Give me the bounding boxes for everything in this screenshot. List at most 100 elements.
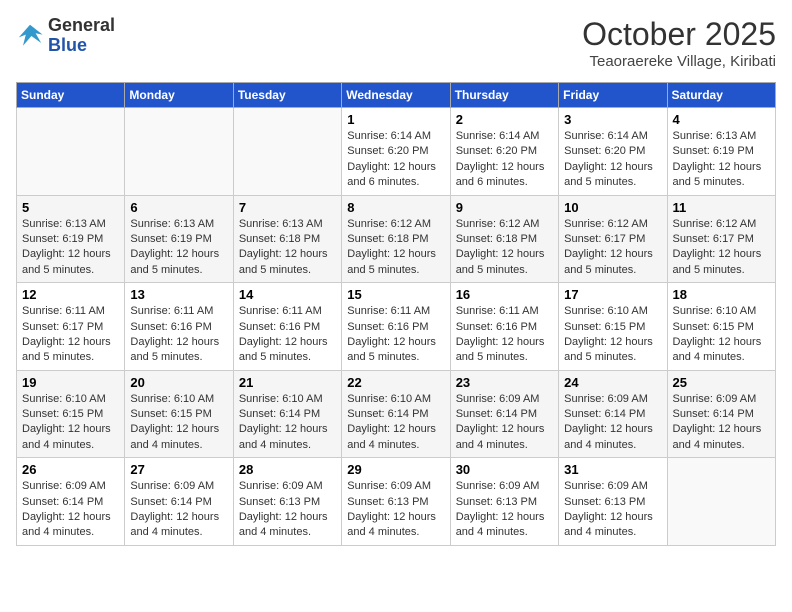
calendar-cell	[667, 458, 775, 546]
calendar-cell: 15 Sunrise: 6:11 AMSunset: 6:16 PMDayligh…	[342, 283, 450, 371]
day-number: 26	[22, 462, 119, 477]
day-number: 22	[347, 375, 444, 390]
weekday-header-wednesday: Wednesday	[342, 83, 450, 108]
location-subtitle: Teaoraereke Village, Kiribati	[582, 53, 776, 70]
week-row-4: 19 Sunrise: 6:10 AMSunset: 6:15 PMDayligh…	[17, 370, 776, 458]
day-number: 27	[130, 462, 227, 477]
calendar-cell: 6 Sunrise: 6:13 AMSunset: 6:19 PMDaylight…	[125, 195, 233, 283]
week-row-5: 26Sunrise: 6:09 AMSunset: 6:14 PMDayligh…	[17, 458, 776, 546]
calendar-cell: 22 Sunrise: 6:10 AMSunset: 6:14 PMDayligh…	[342, 370, 450, 458]
week-row-3: 12 Sunrise: 6:11 AMSunset: 6:17 PMDayligh…	[17, 283, 776, 371]
day-number: 20	[130, 375, 227, 390]
day-number: 30	[456, 462, 553, 477]
day-number: 28	[239, 462, 336, 477]
day-number: 31	[564, 462, 661, 477]
day-number: 6	[130, 200, 227, 215]
calendar-cell: 27Sunrise: 6:09 AMSunset: 6:14 PMDayligh…	[125, 458, 233, 546]
day-number: 2	[456, 112, 553, 127]
calendar-cell: 7Sunrise: 6:13 AMSunset: 6:18 PMDaylight…	[233, 195, 341, 283]
calendar-cell: 25Sunrise: 6:09 AMSunset: 6:14 PMDayligh…	[667, 370, 775, 458]
calendar-cell: 11 Sunrise: 6:12 AMSunset: 6:17 PMDayligh…	[667, 195, 775, 283]
calendar-cell: 17 Sunrise: 6:10 AMSunset: 6:15 PMDayligh…	[559, 283, 667, 371]
day-number: 11	[673, 200, 770, 215]
calendar-cell: 8Sunrise: 6:12 AMSunset: 6:18 PMDaylight…	[342, 195, 450, 283]
day-info: Sunrise: 6:10 AMSunset: 6:14 PMDaylight:…	[347, 392, 444, 454]
calendar-cell: 1 Sunrise: 6:14 AMSunset: 6:20 PMDaylight…	[342, 108, 450, 196]
day-info: Sunrise: 6:12 AMSunset: 6:18 PMDaylight:…	[456, 217, 553, 279]
day-number: 10	[564, 200, 661, 215]
page-header: General Blue October 2025 Teaoraereke Vi…	[16, 16, 776, 70]
calendar-cell: 2 Sunrise: 6:14 AMSunset: 6:20 PMDaylight…	[450, 108, 558, 196]
logo-icon	[16, 22, 44, 50]
calendar-cell	[125, 108, 233, 196]
day-info: Sunrise: 6:12 AMSunset: 6:17 PMDaylight:…	[673, 217, 770, 279]
calendar-cell: 16Sunrise: 6:11 AMSunset: 6:16 PMDayligh…	[450, 283, 558, 371]
day-info: Sunrise: 6:11 AMSunset: 6:16 PMDaylight:…	[130, 304, 227, 366]
day-info: Sunrise: 6:13 AMSunset: 6:19 PMDaylight:…	[22, 217, 119, 279]
day-info: Sunrise: 6:10 AMSunset: 6:14 PMDaylight:…	[239, 392, 336, 454]
logo-general-text: General	[48, 16, 115, 36]
day-number: 13	[130, 287, 227, 302]
calendar-cell: 3Sunrise: 6:14 AMSunset: 6:20 PMDaylight…	[559, 108, 667, 196]
day-number: 23	[456, 375, 553, 390]
calendar-cell: 12 Sunrise: 6:11 AMSunset: 6:17 PMDayligh…	[17, 283, 125, 371]
weekday-header-tuesday: Tuesday	[233, 83, 341, 108]
day-number: 24	[564, 375, 661, 390]
week-row-2: 5Sunrise: 6:13 AMSunset: 6:19 PMDaylight…	[17, 195, 776, 283]
day-info: Sunrise: 6:09 AMSunset: 6:13 PMDaylight:…	[347, 479, 444, 541]
calendar-table: SundayMondayTuesdayWednesdayThursdayFrid…	[16, 82, 776, 546]
weekday-header-sunday: Sunday	[17, 83, 125, 108]
day-info: Sunrise: 6:11 AMSunset: 6:17 PMDaylight:…	[22, 304, 119, 366]
day-info: Sunrise: 6:09 AMSunset: 6:13 PMDaylight:…	[564, 479, 661, 541]
day-info: Sunrise: 6:10 AMSunset: 6:15 PMDaylight:…	[22, 392, 119, 454]
day-info: Sunrise: 6:11 AMSunset: 6:16 PMDaylight:…	[239, 304, 336, 366]
weekday-header-saturday: Saturday	[667, 83, 775, 108]
day-number: 3	[564, 112, 661, 127]
calendar-cell: 29 Sunrise: 6:09 AMSunset: 6:13 PMDayligh…	[342, 458, 450, 546]
calendar-cell	[233, 108, 341, 196]
calendar-cell: 28Sunrise: 6:09 AMSunset: 6:13 PMDayligh…	[233, 458, 341, 546]
day-number: 19	[22, 375, 119, 390]
logo-blue-text: Blue	[48, 36, 115, 56]
day-info: Sunrise: 6:09 AMSunset: 6:13 PMDaylight:…	[456, 479, 553, 541]
day-info: Sunrise: 6:14 AMSunset: 6:20 PMDaylight:…	[456, 129, 553, 191]
calendar-cell: 30 Sunrise: 6:09 AMSunset: 6:13 PMDayligh…	[450, 458, 558, 546]
day-info: Sunrise: 6:14 AMSunset: 6:20 PMDaylight:…	[347, 129, 444, 191]
calendar-cell: 4Sunrise: 6:13 AMSunset: 6:19 PMDaylight…	[667, 108, 775, 196]
day-number: 8	[347, 200, 444, 215]
calendar-cell: 24 Sunrise: 6:09 AMSunset: 6:14 PMDayligh…	[559, 370, 667, 458]
day-number: 9	[456, 200, 553, 215]
day-info: Sunrise: 6:09 AMSunset: 6:14 PMDaylight:…	[564, 392, 661, 454]
calendar-cell: 10Sunrise: 6:12 AMSunset: 6:17 PMDayligh…	[559, 195, 667, 283]
day-number: 15	[347, 287, 444, 302]
calendar-cell: 19 Sunrise: 6:10 AMSunset: 6:15 PMDayligh…	[17, 370, 125, 458]
title-block: October 2025 Teaoraereke Village, Kiriba…	[582, 16, 776, 70]
day-info: Sunrise: 6:09 AMSunset: 6:14 PMDaylight:…	[673, 392, 770, 454]
calendar-cell: 23 Sunrise: 6:09 AMSunset: 6:14 PMDayligh…	[450, 370, 558, 458]
day-number: 29	[347, 462, 444, 477]
day-number: 12	[22, 287, 119, 302]
day-info: Sunrise: 6:11 AMSunset: 6:16 PMDaylight:…	[347, 304, 444, 366]
weekday-header-friday: Friday	[559, 83, 667, 108]
logo: General Blue	[16, 16, 115, 56]
calendar-cell: 5Sunrise: 6:13 AMSunset: 6:19 PMDaylight…	[17, 195, 125, 283]
week-row-1: 1 Sunrise: 6:14 AMSunset: 6:20 PMDaylight…	[17, 108, 776, 196]
weekday-header-monday: Monday	[125, 83, 233, 108]
day-number: 1	[347, 112, 444, 127]
day-info: Sunrise: 6:10 AMSunset: 6:15 PMDaylight:…	[673, 304, 770, 366]
day-number: 17	[564, 287, 661, 302]
calendar-cell: 9 Sunrise: 6:12 AMSunset: 6:18 PMDaylight…	[450, 195, 558, 283]
day-number: 14	[239, 287, 336, 302]
day-info: Sunrise: 6:09 AMSunset: 6:14 PMDaylight:…	[456, 392, 553, 454]
calendar-cell: 14 Sunrise: 6:11 AMSunset: 6:16 PMDayligh…	[233, 283, 341, 371]
day-info: Sunrise: 6:10 AMSunset: 6:15 PMDaylight:…	[130, 392, 227, 454]
day-info: Sunrise: 6:13 AMSunset: 6:19 PMDaylight:…	[130, 217, 227, 279]
calendar-cell: 26Sunrise: 6:09 AMSunset: 6:14 PMDayligh…	[17, 458, 125, 546]
day-number: 4	[673, 112, 770, 127]
day-number: 16	[456, 287, 553, 302]
day-number: 21	[239, 375, 336, 390]
calendar-cell: 21 Sunrise: 6:10 AMSunset: 6:14 PMDayligh…	[233, 370, 341, 458]
calendar-cell: 13 Sunrise: 6:11 AMSunset: 6:16 PMDayligh…	[125, 283, 233, 371]
day-info: Sunrise: 6:10 AMSunset: 6:15 PMDaylight:…	[564, 304, 661, 366]
month-title: October 2025	[582, 16, 776, 53]
